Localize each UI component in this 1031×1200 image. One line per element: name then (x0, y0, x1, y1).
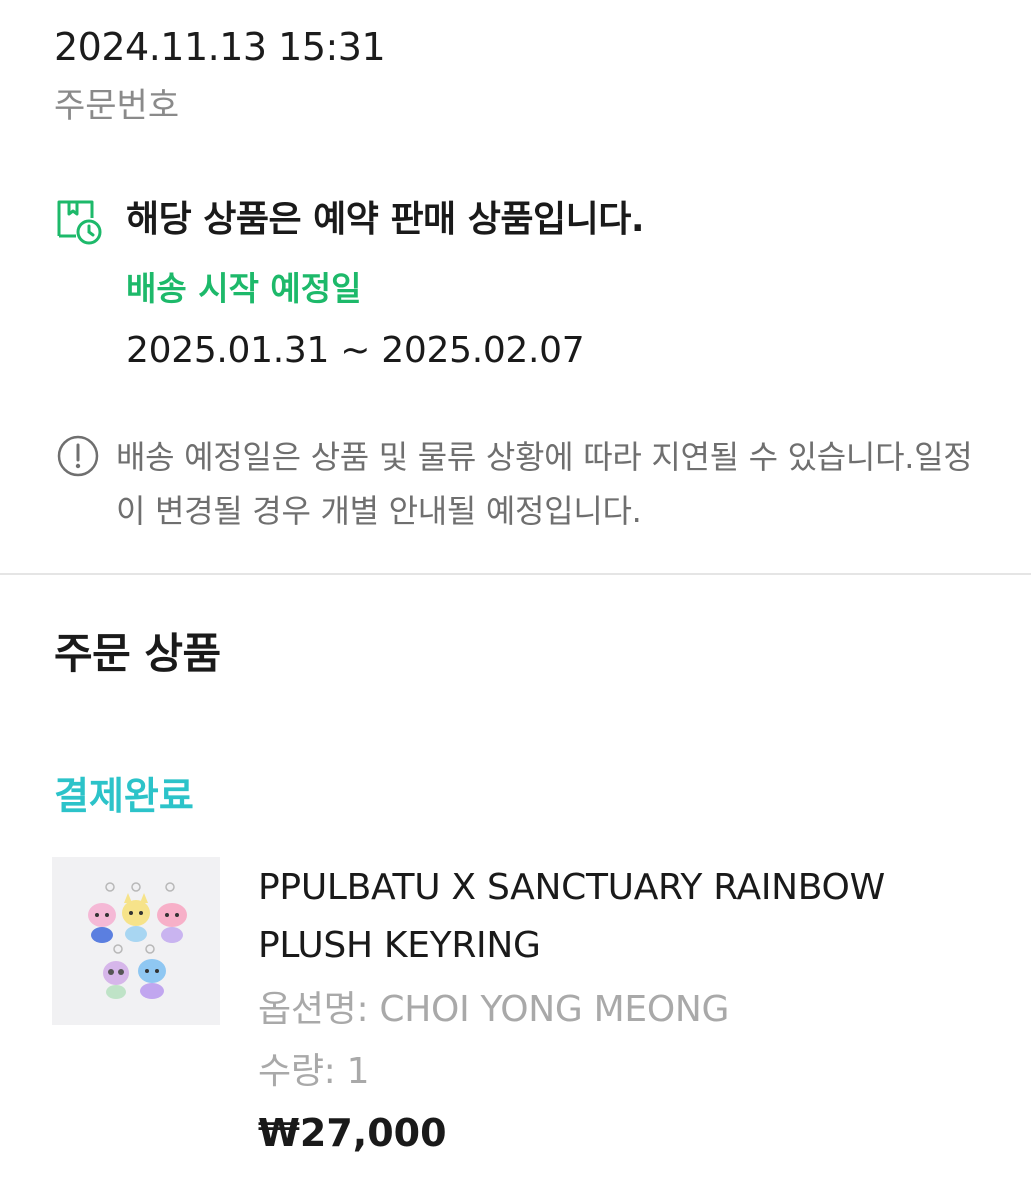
package-clock-icon (54, 196, 104, 246)
ordered-items-title: 주문 상품 (54, 629, 221, 678)
product-option: 옵션명: CHOI YONG MEONG (258, 989, 730, 1030)
product-thumbnail[interactable] (52, 857, 220, 1025)
ship-start-label: 배송 시작 예정일 (126, 269, 362, 308)
product-name[interactable]: PPULBATU X SANCTUARY RAINBOW PLUSH KEYRI… (258, 859, 978, 975)
product-quantity: 수량: 1 (258, 1051, 370, 1092)
order-number-label: 주문번호 (54, 86, 180, 126)
product-price: ₩27,000 (258, 1111, 447, 1155)
section-divider (0, 573, 1031, 575)
product-info: PPULBATU X SANCTUARY RAINBOW PLUSH KEYRI… (258, 859, 978, 1163)
order-datetime: 2024.11.13 15:31 (54, 25, 386, 69)
delay-notice-text: 배송 예정일은 상품 및 물류 상황에 따라 지연될 수 있습니다.일정이 변경… (116, 438, 973, 530)
product-item[interactable]: PPULBATU X SANCTUARY RAINBOW PLUSH KEYRI… (52, 857, 982, 1177)
preorder-title: 해당 상품은 예약 판매 상품입니다. (126, 199, 645, 240)
ship-date-range: 2025.01.31 ~ 2025.02.07 (126, 330, 585, 371)
payment-status-label: 결제완료 (54, 774, 194, 818)
order-header: 2024.11.13 15:31 주문번호 (54, 22, 386, 128)
info-circle-icon (56, 434, 100, 478)
